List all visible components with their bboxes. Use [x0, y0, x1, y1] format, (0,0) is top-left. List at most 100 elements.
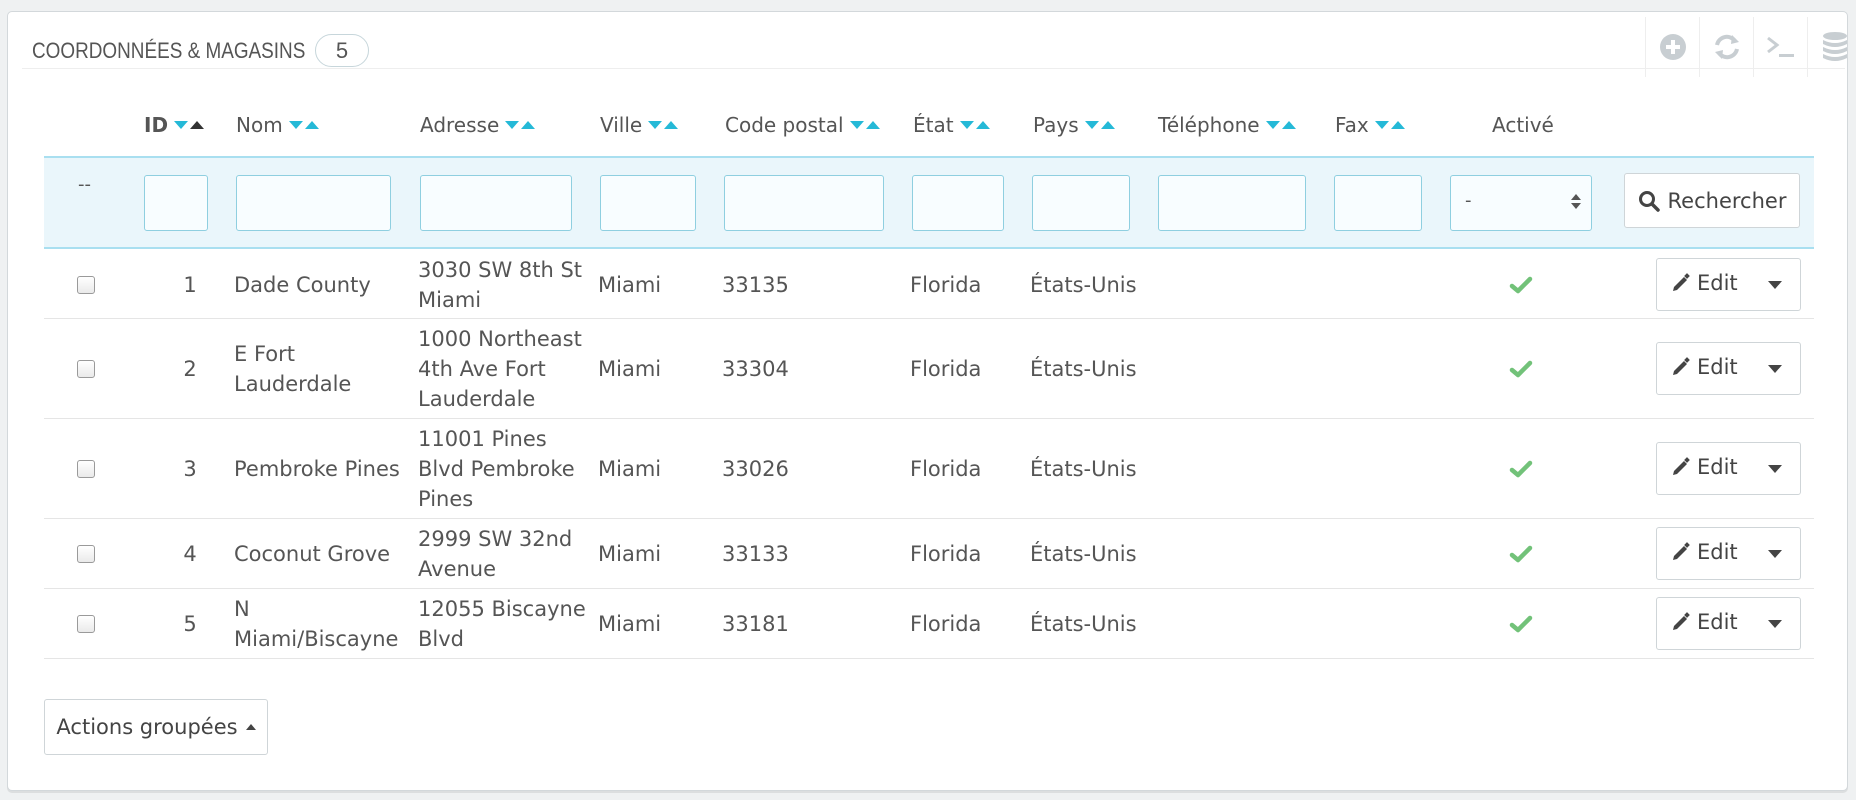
column-header-telephone-label: Téléphone — [1158, 113, 1260, 137]
cell-country: États-Unis — [1030, 357, 1137, 381]
column-header-code-postal[interactable]: Code postal — [725, 113, 880, 137]
table-row[interactable]: 1 Dade County 3030 SW 8th St Miami Miami 331… — [44, 251, 1814, 319]
edit-button[interactable]: Edit — [1656, 342, 1801, 395]
filter-adresse-input[interactable] — [420, 175, 572, 231]
column-header-telephone[interactable]: Téléphone — [1158, 113, 1296, 137]
cell-id: 5 — [183, 612, 197, 636]
cell-zip: 33181 — [722, 612, 789, 636]
row-checkbox[interactable] — [77, 460, 95, 478]
cell-name: Dade County — [234, 273, 371, 297]
edit-button-label: Edit — [1697, 455, 1738, 479]
cell-zip: 33304 — [722, 357, 789, 381]
table-row[interactable]: 4 Coconut Grove 2999 SW 32nd Avenue Miami 33… — [44, 519, 1814, 589]
column-header-ville[interactable]: Ville — [600, 113, 679, 137]
row-checkbox[interactable] — [77, 360, 95, 378]
sort-arrows-icon[interactable] — [849, 121, 880, 129]
filter-telephone-input[interactable] — [1158, 175, 1306, 231]
edit-button-label: Edit — [1697, 355, 1738, 379]
row-checkbox[interactable] — [77, 615, 95, 633]
sql-console-button[interactable] — [1753, 17, 1807, 77]
dropdown-caret-icon[interactable] — [1768, 465, 1782, 473]
sort-arrows-icon[interactable] — [174, 121, 205, 129]
column-header-fax-label: Fax — [1335, 113, 1369, 137]
edit-button-label: Edit — [1697, 271, 1738, 295]
filter-etat-input[interactable] — [912, 175, 1004, 231]
filter-active-select[interactable]: - — [1450, 175, 1592, 231]
sort-arrows-icon[interactable] — [1084, 121, 1115, 129]
panel-title: COORDONNÉES & MAGASINS — [32, 38, 306, 63]
filter-id-input[interactable] — [144, 175, 208, 231]
bulk-actions-button[interactable]: Actions groupées — [44, 699, 268, 755]
edit-button-label: Edit — [1697, 610, 1738, 634]
cell-country: États-Unis — [1030, 612, 1137, 636]
cell-zip: 33026 — [722, 457, 789, 481]
export-button[interactable] — [1807, 17, 1856, 77]
column-header-ville-label: Ville — [600, 113, 643, 137]
check-icon[interactable] — [1509, 275, 1533, 299]
column-header-adresse[interactable]: Adresse — [420, 113, 536, 137]
sort-arrows-icon[interactable] — [1374, 121, 1405, 129]
refresh-icon — [1714, 34, 1739, 60]
cell-country: États-Unis — [1030, 542, 1137, 566]
filter-code-postal-input[interactable] — [724, 175, 884, 231]
pencil-icon — [1673, 612, 1690, 630]
table-row[interactable]: 3 Pembroke Pines 11001 Pines Blvd Pembroke… — [44, 419, 1814, 519]
search-icon — [1638, 190, 1660, 212]
row-checkbox[interactable] — [77, 276, 95, 294]
panel-toolbar — [1645, 17, 1856, 77]
dropdown-caret-icon[interactable] — [1768, 620, 1782, 628]
cell-state: Florida — [910, 357, 982, 381]
edit-button[interactable]: Edit — [1656, 597, 1801, 650]
column-header-fax[interactable]: Fax — [1335, 113, 1405, 137]
cell-zip: 33135 — [722, 273, 789, 297]
edit-button-label: Edit — [1697, 540, 1738, 564]
dropdown-caret-icon[interactable] — [1768, 550, 1782, 558]
cell-address: 1000 Northeast 4th Ave Fort Lauderdale — [418, 327, 582, 411]
cell-id: 2 — [183, 357, 197, 381]
filter-row: -- - Rechercher — [44, 156, 1814, 249]
dropdown-caret-icon[interactable] — [1768, 365, 1782, 373]
cell-country: États-Unis — [1030, 273, 1137, 297]
column-header-pays[interactable]: Pays — [1033, 113, 1115, 137]
column-header-code-postal-label: Code postal — [725, 113, 844, 137]
sort-arrows-icon[interactable] — [959, 121, 990, 129]
row-checkbox[interactable] — [77, 545, 95, 563]
check-icon[interactable] — [1509, 459, 1533, 483]
cell-state: Florida — [910, 457, 982, 481]
column-header-etat[interactable]: État — [913, 113, 990, 137]
cell-name: Coconut Grove — [234, 542, 391, 566]
table-row[interactable]: 2 E Fort Lauderdale 1000 Northeast 4th Ave… — [44, 319, 1814, 419]
sort-arrows-icon[interactable] — [505, 121, 536, 129]
dropdown-caret-icon[interactable] — [1768, 281, 1782, 289]
filter-fax-input[interactable] — [1334, 175, 1422, 231]
search-button[interactable]: Rechercher — [1624, 173, 1800, 228]
edit-button[interactable]: Edit — [1656, 258, 1801, 311]
column-header-nom[interactable]: Nom — [236, 113, 319, 137]
add-icon — [1659, 34, 1686, 60]
panel-heading: COORDONNÉES & MAGASINS 5 — [22, 12, 1845, 69]
cell-address: 11001 Pines Blvd Pembroke Pines — [418, 427, 575, 511]
column-header-id[interactable]: ID — [144, 113, 205, 137]
edit-button[interactable]: Edit — [1656, 442, 1801, 495]
add-new-button[interactable] — [1645, 17, 1699, 77]
sort-arrows-icon[interactable] — [648, 121, 679, 129]
cell-zip: 33133 — [722, 542, 789, 566]
cell-city: Miami — [598, 612, 662, 636]
filter-nom-input[interactable] — [236, 175, 391, 231]
check-icon[interactable] — [1509, 544, 1533, 568]
check-icon[interactable] — [1509, 359, 1533, 383]
pencil-icon — [1673, 357, 1690, 375]
refresh-button[interactable] — [1699, 17, 1753, 77]
sort-arrows-icon[interactable] — [288, 121, 319, 129]
edit-button[interactable]: Edit — [1656, 527, 1801, 580]
check-icon[interactable] — [1509, 614, 1533, 638]
column-header-id-label: ID — [144, 113, 169, 137]
cell-name: N Miami/Biscayne — [234, 597, 399, 651]
filter-ville-input[interactable] — [600, 175, 696, 231]
cell-state: Florida — [910, 542, 982, 566]
cell-id: 4 — [183, 542, 197, 566]
filter-pays-input[interactable] — [1032, 175, 1130, 231]
table-row[interactable]: 5 N Miami/Biscayne 12055 Biscayne Blvd Miam… — [44, 589, 1814, 659]
sort-arrows-icon[interactable] — [1265, 121, 1296, 129]
cell-name: E Fort Lauderdale — [234, 342, 352, 396]
